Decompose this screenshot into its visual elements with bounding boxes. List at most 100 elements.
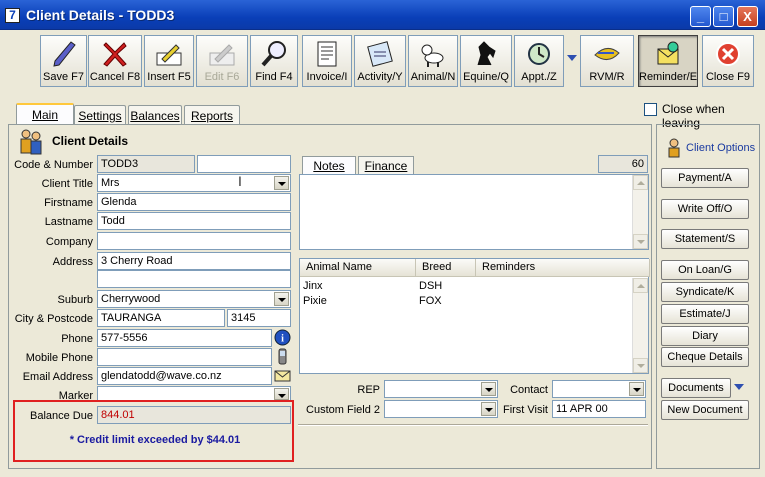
tab-settings[interactable]: Settings [74,105,126,125]
tab-notes[interactable]: Notes [302,156,356,175]
scroll-down-icon[interactable] [633,358,648,373]
tab-balances[interactable]: Balances [128,105,182,125]
mobile-phone-icon[interactable] [274,348,291,365]
email-field[interactable]: glendatodd@wave.co.nz [97,367,272,385]
on-loan-button[interactable]: On Loan/G [661,260,749,280]
appt-dropdown-arrow-icon[interactable] [567,55,577,61]
animals-list[interactable]: Animal Name Breed Reminders Jinx DSH Pix… [299,258,650,374]
save-button[interactable]: Save F7 [40,35,87,87]
column-reminders[interactable]: Reminders [476,259,650,277]
balance-due-field: 844.01 [97,406,291,424]
close-when-leaving-checkbox[interactable] [644,103,657,116]
cancel-x-icon [103,42,127,67]
syndicate-button[interactable]: Syndicate/K [661,282,749,302]
pen-icon [52,41,76,67]
close-window-button[interactable]: X [737,6,758,27]
cancel-button[interactable]: Cancel F8 [88,35,142,87]
animal-name-cell[interactable]: Pixie [303,295,327,307]
find-label: Find F4 [255,71,293,83]
statement-button[interactable]: Statement/S [661,229,749,249]
column-breed[interactable]: Breed [416,259,476,277]
maximize-button[interactable]: □ [713,6,734,27]
chevron-down-icon[interactable] [481,402,496,416]
tab-reports[interactable]: Reports [184,105,240,125]
notes-tabs: Notes Finance [302,156,416,176]
mobile-phone-field[interactable] [97,348,272,366]
contact-label: Contact [510,384,548,396]
chevron-down-icon[interactable] [274,388,289,400]
notes-scrollbar[interactable] [632,175,648,249]
first-visit-field[interactable]: 11 APR 00 [552,400,646,418]
estimate-button[interactable]: Estimate/J [661,304,749,324]
animals-scrollbar[interactable] [632,278,648,373]
suburb-value: Cherrywood [101,293,161,305]
suburb-select[interactable]: Cherrywood [97,290,291,308]
find-button[interactable]: Find F4 [250,35,298,87]
code-field[interactable]: TODD3 [97,155,195,173]
tab-balances-label: Balances [130,109,180,123]
cancel-label: Cancel F8 [89,71,141,83]
invoice-label: Invoice/I [306,71,348,83]
scroll-up-icon[interactable] [633,278,648,293]
insert-button[interactable]: Insert F5 [144,35,194,87]
invoice-button[interactable]: Invoice/I [302,35,352,87]
tab-finance[interactable]: Finance [358,156,414,174]
diary-button[interactable]: Diary [661,326,749,346]
appt-button[interactable]: Appt./Z [514,35,564,87]
chevron-down-icon[interactable] [274,176,289,190]
payment-button[interactable]: Payment/A [661,168,749,188]
address-field[interactable]: 3 Cherry Road [97,252,291,270]
tab-main[interactable]: Main [16,103,74,126]
client-title-value: Mrs [101,177,120,189]
email-label: Email Address [22,371,93,383]
email-envelope-icon[interactable] [274,367,291,384]
address-line2-field[interactable] [97,270,291,288]
documents-dropdown-arrow-icon[interactable] [734,384,744,390]
insert-pencil-icon [156,44,182,66]
company-field[interactable] [97,232,291,250]
code-number-label: Code & Number [14,159,93,171]
reminder-button[interactable]: Reminder/E [638,35,698,87]
write-off-button[interactable]: Write Off/O [661,199,749,219]
custom-field-2-select[interactable] [384,400,498,418]
app-icon[interactable]: 7 [5,8,20,23]
contact-select[interactable] [552,380,646,398]
phone-field[interactable]: 577-5556 [97,329,272,347]
minimize-button[interactable]: _ [690,6,711,27]
lastname-field[interactable]: Todd [97,212,291,230]
scroll-down-icon[interactable] [633,234,648,249]
notes-textarea[interactable] [299,174,649,250]
edit-button[interactable]: Edit F6 [196,35,248,87]
new-document-button[interactable]: New Document [661,400,749,420]
info-icon[interactable]: i [274,329,291,346]
custom-field-2-label: Custom Field 2 [306,404,380,416]
city-field[interactable]: TAURANGA [97,309,225,327]
edit-pencil-icon [209,44,235,66]
client-people-icon [20,129,42,155]
animal-breed-cell[interactable]: FOX [419,295,442,307]
firstname-field[interactable]: Glenda [97,193,291,211]
animal-button[interactable]: Animal/N [408,35,458,87]
animal-name-cell[interactable]: Jinx [303,280,323,292]
appt-label: Appt./Z [521,71,557,83]
activity-button[interactable]: Activity/Y [354,35,406,87]
client-title-select[interactable]: Mrs [97,174,291,192]
scroll-up-icon[interactable] [633,175,648,190]
close-button[interactable]: Close F9 [702,35,754,87]
cheque-details-button[interactable]: Cheque Details [661,347,749,367]
animal-breed-cell[interactable]: DSH [419,280,442,292]
rep-select[interactable] [384,380,498,398]
column-animal-name[interactable]: Animal Name [300,259,416,277]
postcode-field[interactable]: 3145 [227,309,291,327]
equine-button[interactable]: Equine/Q [460,35,512,87]
chevron-down-icon[interactable] [481,382,496,396]
mobile-phone-label: Mobile Phone [25,352,93,364]
rvm-button[interactable]: RVM/R [580,35,634,87]
tab-main-label: Main [31,108,58,122]
window-title: Client Details - TODD3 [26,7,175,23]
number-field[interactable] [197,155,291,173]
documents-button[interactable]: Documents [661,378,731,398]
chevron-down-icon[interactable] [629,382,644,396]
rep-label: REP [357,384,380,396]
chevron-down-icon[interactable] [274,292,289,306]
